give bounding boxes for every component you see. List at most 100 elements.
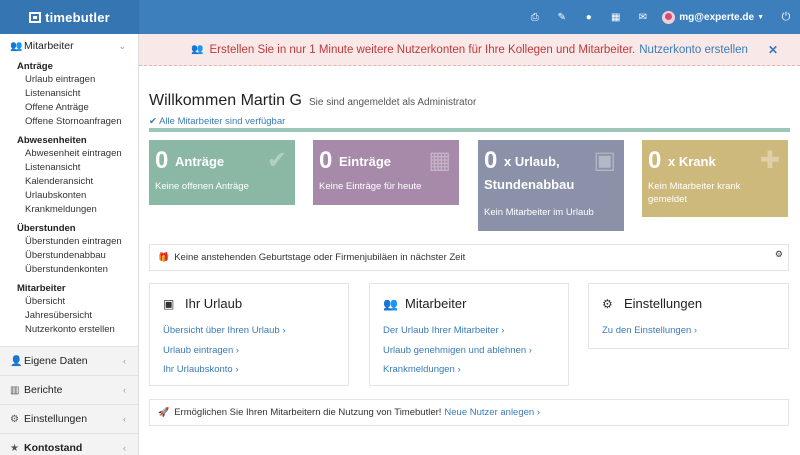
tile-antraege[interactable]: 0 Anträge ✔ Keine offenen Anträge	[149, 140, 295, 205]
close-icon[interactable]: ✕	[768, 43, 778, 57]
tile-title: x Urlaub,	[504, 154, 560, 169]
card-link[interactable]: Urlaub eintragen ›	[163, 345, 239, 356]
sidebar-head-mitarbeiter[interactable]: 👥 Mitarbeiter ⌄	[0, 34, 138, 58]
sidebar-link[interactable]: Listenansicht	[0, 87, 138, 101]
welcome-heading: Willkommen Martin G Sie sind angemeldet …	[149, 92, 476, 110]
sidebar-link[interactable]: Übersicht	[0, 295, 138, 309]
logo[interactable]: timebutler	[0, 0, 139, 34]
card-link[interactable]: Ihr Urlaubskonto ›	[163, 364, 239, 375]
sidebar-head-label: Mitarbeiter	[24, 40, 74, 52]
users-icon: 👥	[383, 296, 398, 311]
gear-icon: ⚙	[602, 296, 613, 311]
chevron-left-icon: ‹	[123, 356, 126, 366]
sidebar: 👥 Mitarbeiter ⌄ Anträge Urlaub eintragen…	[0, 34, 139, 455]
sidebar-link[interactable]: Kalenderansicht	[0, 175, 138, 189]
tile-urlaub[interactable]: 0 x Urlaub, Stundenabbau ▣ Kein Mitarbei…	[478, 140, 624, 231]
mail-icon[interactable]: ✉	[629, 0, 656, 34]
sidebar-link[interactable]: Offene Stornoanfragen	[0, 115, 138, 129]
chevron-left-icon: ‹	[123, 414, 126, 424]
availability-bar	[149, 128, 790, 132]
tile-title: x Krank	[668, 154, 716, 169]
alert-text: Erstellen Sie in nur 1 Minute weitere Nu…	[209, 43, 636, 56]
page-subtitle: Sie sind angemeldet als Administrator	[308, 97, 477, 108]
user-email: mg@experte.de	[679, 11, 755, 23]
sidebar-section-mitarbeiter: 👥 Mitarbeiter ⌄ Anträge Urlaub eintragen…	[0, 34, 138, 337]
logo-icon	[29, 11, 42, 23]
user-menu[interactable]: mg@experte.de ▼	[656, 0, 772, 34]
card-link[interactable]: Zu den Einstellungen ›	[602, 325, 697, 336]
check-icon: ✔	[149, 116, 157, 127]
sidebar-item-einstellungen[interactable]: ⚙ Einstellungen ‹	[0, 404, 138, 433]
gear-icon[interactable]: ⚙	[775, 249, 783, 260]
sidebar-item-label: Eigene Daten	[24, 355, 88, 367]
users-icon: 👥	[10, 40, 23, 52]
power-icon[interactable]: ⏻	[772, 11, 800, 24]
rocket-icon: 🚀	[158, 407, 170, 417]
birthday-panel: 🎁 Keine anstehenden Geburtstage oder Fir…	[149, 244, 789, 271]
top-bar: timebutler ⎙ ✎ ● ▦ ✉ mg@experte.de ▼ ⏻	[0, 0, 800, 34]
card-link[interactable]: Der Urlaub Ihrer Mitarbeiter ›	[383, 325, 504, 336]
card-title: Ihr Urlaub	[185, 296, 243, 311]
sidebar-group-title: Abwesenheiten	[17, 135, 87, 146]
gear-icon: ⚙	[10, 413, 19, 425]
alert-link[interactable]: Nutzerkonto erstellen	[639, 44, 748, 56]
chevron-left-icon: ‹	[123, 385, 126, 395]
suitcase-icon: ▣	[163, 296, 175, 311]
tile-desc: Keine Einträge für heute	[319, 181, 422, 192]
sidebar-link[interactable]: Nutzerkonto erstellen	[0, 323, 138, 337]
gift-icon: 🎁	[158, 252, 170, 262]
promo-link[interactable]: Neue Nutzer anlegen ›	[444, 407, 540, 418]
sidebar-group-title: Mitarbeiter	[17, 283, 66, 294]
sidebar-link[interactable]: Urlaub eintragen	[0, 73, 138, 87]
globe-icon[interactable]: ●	[575, 0, 602, 34]
promo-text: Ermöglichen Sie Ihren Mitarbeitern die N…	[174, 407, 442, 418]
card-title: Einstellungen	[624, 296, 703, 311]
alert-banner: 👥 Erstellen Sie in nur 1 Minute weitere …	[139, 34, 800, 66]
avatar	[662, 10, 676, 24]
sidebar-link[interactable]: Offene Anträge	[0, 101, 138, 115]
sidebar-link[interactable]: Überstundenkonten	[0, 263, 138, 277]
plus-icon: ✚	[759, 147, 780, 174]
card-title: Mitarbeiter	[405, 296, 467, 311]
card-link[interactable]: Übersicht über Ihren Urlaub ›	[163, 325, 286, 336]
tile-desc: gemeldet	[648, 194, 688, 205]
sidebar-item-label: Kontostand	[24, 442, 83, 454]
tile-title: Stundenabbau	[484, 177, 575, 192]
tile-krank[interactable]: 0 x Krank ✚ Kein Mitarbeiter krank gemel…	[642, 140, 788, 217]
sidebar-link[interactable]: Abwesenheit eintragen	[0, 147, 138, 161]
sidebar-item-label: Berichte	[24, 384, 63, 396]
user-icon: 👤	[10, 355, 23, 367]
suitcase-icon: ▣	[593, 147, 616, 174]
tile-desc: Keine offenen Anträge	[155, 181, 249, 192]
sidebar-item-kontostand[interactable]: ★ Kontostand ‹	[0, 433, 138, 455]
sidebar-item-berichte[interactable]: ▥ Berichte ‹	[0, 375, 138, 404]
card-header: ▣ Ihr Urlaub	[163, 296, 242, 311]
sidebar-link[interactable]: Listenansicht	[0, 161, 138, 175]
calendar-icon[interactable]: ▦	[602, 0, 629, 34]
sidebar-group-title: Anträge	[17, 61, 53, 72]
sidebar-link[interactable]: Überstundenabbau	[0, 249, 138, 263]
sidebar-link[interactable]: Urlaubskonten	[0, 189, 138, 203]
tile-number: 0	[484, 147, 498, 174]
card-einstellungen: ⚙ Einstellungen Zu den Einstellungen ›	[588, 283, 789, 349]
sidebar-link[interactable]: Krankmeldungen	[0, 203, 138, 217]
sidebar-link[interactable]: Überstunden eintragen	[0, 235, 138, 249]
main-content: 👥 Erstellen Sie in nur 1 Minute weitere …	[139, 34, 800, 455]
caret-down-icon: ▼	[757, 13, 764, 21]
card-ihr-urlaub: ▣ Ihr Urlaub Übersicht über Ihren Urlaub…	[149, 283, 349, 386]
tile-title: Einträge	[339, 154, 392, 169]
brush-icon[interactable]: ✎	[548, 0, 575, 34]
tile-eintraege[interactable]: 0 Einträge ▦ Keine Einträge für heute	[313, 140, 459, 205]
logo-text: timebutler	[45, 9, 110, 25]
availability-link[interactable]: ✔ Alle Mitarbeiter sind verfügbar	[149, 116, 285, 127]
bar-chart-icon: ▥	[10, 384, 20, 396]
tile-title: Anträge	[175, 154, 225, 169]
chevron-down-icon: ⌄	[118, 40, 126, 51]
users-icon: 👥	[191, 44, 204, 55]
print-icon[interactable]: ⎙	[521, 0, 548, 34]
calendar-icon: ▦	[428, 147, 451, 174]
card-link[interactable]: Krankmeldungen ›	[383, 364, 461, 375]
sidebar-link[interactable]: Jahresübersicht	[0, 309, 138, 323]
sidebar-item-eigene-daten[interactable]: 👤 Eigene Daten ‹	[0, 346, 138, 375]
card-link[interactable]: Urlaub genehmigen und ablehnen ›	[383, 345, 532, 356]
